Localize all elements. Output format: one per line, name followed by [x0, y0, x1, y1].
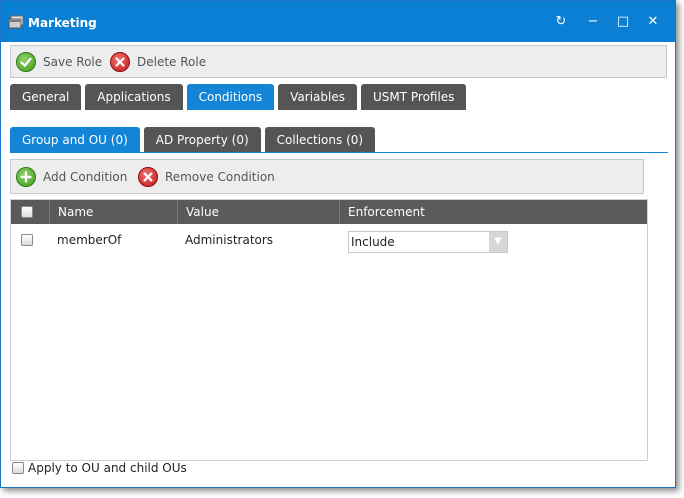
- remove-condition-button[interactable]: Remove Condition: [138, 166, 275, 188]
- row-value: Administrators: [185, 233, 274, 247]
- refresh-icon[interactable]: ↻: [550, 11, 572, 33]
- conditions-toolbar: Add Condition Remove Condition: [10, 159, 644, 194]
- main-tabs: General Applications Conditions Variable…: [10, 84, 470, 110]
- remove-icon: [138, 167, 158, 187]
- enforcement-select[interactable]: Include ▼: [348, 231, 508, 253]
- select-all-cell: [11, 200, 49, 224]
- add-condition-label: Add Condition: [43, 170, 128, 184]
- subtab-divider: [10, 152, 668, 153]
- subtab-group-and-ou[interactable]: Group and OU (0): [10, 127, 140, 153]
- add-condition-button[interactable]: Add Condition: [16, 166, 127, 188]
- save-role-label: Save Role: [43, 55, 103, 69]
- chevron-down-icon[interactable]: ▼: [489, 232, 507, 252]
- conditions-grid: Name Value Enforcement memberOf Administ…: [10, 199, 648, 461]
- role-toolbar: Save Role Delete Role: [10, 45, 667, 78]
- apply-child-ous-option[interactable]: Apply to OU and child OUs: [12, 461, 187, 475]
- subtab-ad-property[interactable]: AD Property (0): [143, 127, 261, 153]
- tab-variables[interactable]: Variables: [278, 84, 357, 110]
- column-enforcement[interactable]: Enforcement: [339, 200, 647, 224]
- tab-general[interactable]: General: [10, 84, 82, 110]
- apply-child-ous-checkbox[interactable]: [12, 462, 24, 474]
- row-name: memberOf: [57, 233, 122, 247]
- select-all-checkbox[interactable]: [21, 206, 33, 218]
- tab-conditions[interactable]: Conditions: [186, 84, 275, 110]
- window-title: Marketing: [28, 16, 97, 30]
- tab-applications[interactable]: Applications: [85, 84, 183, 110]
- grid-header: Name Value Enforcement: [11, 200, 647, 224]
- condition-subtabs: Group and OU (0) AD Property (0) Collect…: [10, 127, 379, 153]
- maximize-button[interactable]: □: [612, 11, 634, 33]
- delete-role-button[interactable]: Delete Role: [110, 51, 206, 73]
- row-checkbox-cell: [21, 228, 33, 258]
- apply-child-ous-label: Apply to OU and child OUs: [28, 461, 187, 475]
- enforcement-value: Include: [351, 235, 395, 249]
- add-icon: [16, 167, 36, 187]
- remove-condition-label: Remove Condition: [165, 170, 275, 184]
- row-checkbox[interactable]: [21, 234, 33, 246]
- save-role-button[interactable]: Save Role: [16, 51, 102, 73]
- save-icon: [16, 52, 36, 72]
- subtab-collections[interactable]: Collections (0): [264, 127, 376, 153]
- delete-icon: [110, 52, 130, 72]
- app-window-icon: [8, 15, 24, 29]
- delete-role-label: Delete Role: [137, 55, 207, 69]
- minimize-button[interactable]: −: [582, 11, 604, 33]
- column-value[interactable]: Value: [177, 200, 339, 224]
- table-row[interactable]: memberOf Administrators Include ▼: [11, 228, 647, 253]
- marketing-window: Marketing ↻ − □ ✕ Save Role Delete Role …: [0, 0, 676, 488]
- column-name[interactable]: Name: [49, 200, 177, 224]
- title-bar: Marketing ↻ − □ ✕: [1, 1, 675, 42]
- tab-usmt-profiles[interactable]: USMT Profiles: [360, 84, 467, 110]
- close-button[interactable]: ✕: [642, 11, 664, 33]
